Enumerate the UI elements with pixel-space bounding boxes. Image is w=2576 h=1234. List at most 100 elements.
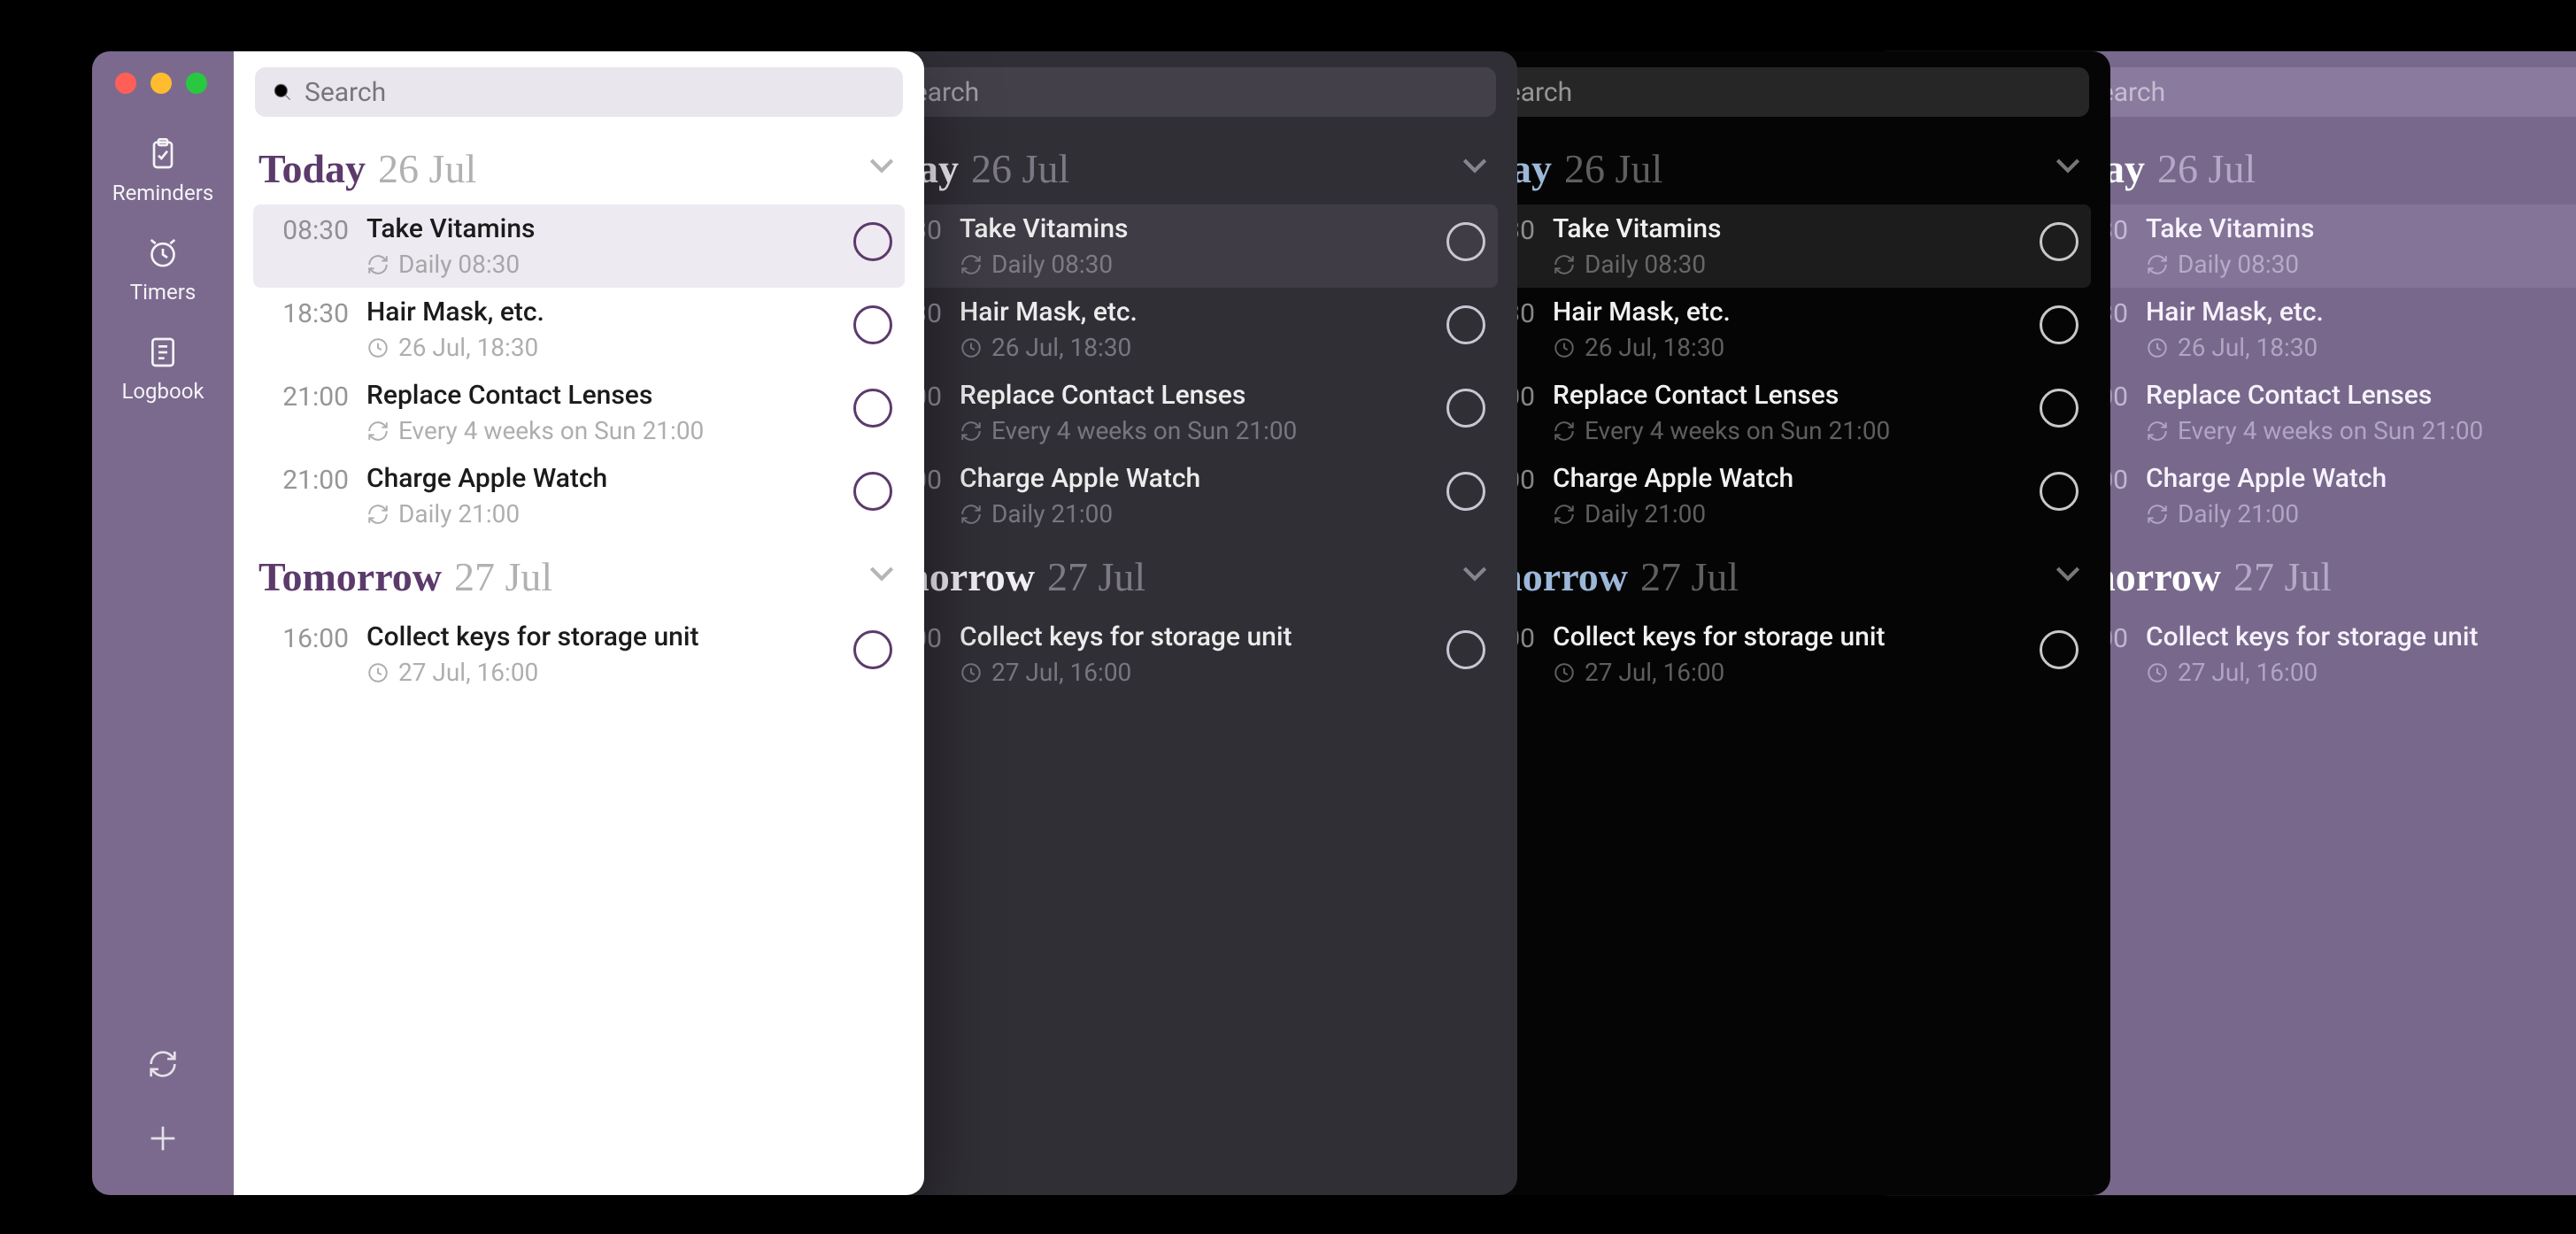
search-input[interactable]: Search [2034,67,2576,117]
repeat-icon [960,253,983,276]
complete-toggle[interactable] [1443,213,1489,261]
reminder-row[interactable]: 08:30 Take Vitamins Daily 08:30 [846,204,1498,288]
reminder-row[interactable]: 08:30 Take Vitamins Daily 08:30 [1439,204,2091,288]
reminder-row[interactable]: 18:30 Hair Mask, etc. 26 Jul, 18:30 [253,288,905,371]
reminder-row[interactable]: 18:30 Hair Mask, etc. 26 Jul, 18:30 [846,288,1498,371]
complete-toggle[interactable] [850,380,896,428]
section-title: Tomorrow [258,553,442,600]
search-placeholder: Search [305,77,386,108]
reminder-row[interactable]: 21:00 Charge Apple Watch Daily 21:00 [846,454,1498,537]
chevron-down-icon[interactable] [2050,555,2086,590]
reminder-time: 21:00 [267,380,349,413]
search-input[interactable]: Search [1441,67,2089,117]
reminder-row[interactable]: 21:00 Charge Apple Watch Daily 21:00 [2032,454,2576,537]
reminder-list: Today 26 Jul 08:30 Take Vitamins Daily 0… [234,129,924,696]
search-input[interactable]: Search [255,67,903,117]
chevron-down-icon[interactable] [2050,147,2086,182]
reminder-meta: Daily 21:00 [960,499,1425,528]
minimize-window-button[interactable] [150,73,172,94]
section-header[interactable]: Tomorrow 27 Jul [846,537,1498,613]
reminder-title: Charge Apple Watch [366,463,832,494]
sidebar-item-timers[interactable]: Timers [130,228,196,328]
section-header[interactable]: Tomorrow 27 Jul [253,537,905,613]
search-input[interactable]: Search [848,67,1496,117]
complete-toggle[interactable] [850,621,896,669]
reminder-title: Replace Contact Lenses [366,380,832,411]
section-header[interactable]: Today 26 Jul [2032,129,2576,204]
section-header[interactable]: Today 26 Jul [253,129,905,204]
chevron-down-icon[interactable] [864,147,899,182]
chevron-down-icon[interactable] [1457,555,1492,590]
reminder-row[interactable]: 16:00 Collect keys for storage unit 27 J… [2032,613,2576,696]
section-date: 27 Jul [1047,553,1145,600]
reminder-row[interactable]: 08:30 Take Vitamins Daily 08:30 [253,204,905,288]
reminder-title: Collect keys for storage unit [1553,621,2018,652]
reminder-meta: Every 4 weeks on Sun 21:00 [366,416,832,445]
reminder-row[interactable]: 18:30 Hair Mask, etc. 26 Jul, 18:30 [1439,288,2091,371]
clock-icon [366,661,389,684]
close-window-button[interactable] [115,73,136,94]
complete-toggle[interactable] [1443,380,1489,428]
chevron-down-icon[interactable] [864,555,899,590]
clock-icon [366,336,389,359]
section-header[interactable]: Today 26 Jul [846,129,1498,204]
reminder-row[interactable]: 18:30 Hair Mask, etc. 26 Jul, 18:30 [2032,288,2576,371]
reminder-title: Replace Contact Lenses [960,380,1425,411]
complete-toggle[interactable] [2036,297,2082,344]
repeat-icon [2146,420,2169,443]
complete-toggle[interactable] [1443,463,1489,511]
reminder-meta: Daily 08:30 [366,250,832,279]
section-date: 26 Jul [971,145,1069,192]
zoom-window-button[interactable] [186,73,207,94]
reminder-list: Today 26 Jul 08:30 Take Vitamins Daily 0… [827,129,1517,696]
reminder-meta: 26 Jul, 18:30 [366,333,832,362]
complete-toggle[interactable] [2036,213,2082,261]
section-header[interactable]: Tomorrow 27 Jul [1439,537,2091,613]
reminder-row[interactable]: 16:00 Collect keys for storage unit 27 J… [253,613,905,696]
reminder-title: Charge Apple Watch [2146,463,2576,494]
section-date: 26 Jul [1564,145,1662,192]
reminder-meta: Daily 21:00 [366,499,832,528]
section-header[interactable]: Tomorrow 27 Jul [2032,537,2576,613]
sidebar-item-reminders[interactable]: Reminders [112,129,213,228]
search-icon [271,81,294,104]
sync-button[interactable] [145,1046,181,1085]
reminder-row[interactable]: 08:30 Take Vitamins Daily 08:30 [2032,204,2576,288]
content: Search Today 26 Jul 08:30 Take Vitamins … [1420,51,2110,1195]
reminder-row[interactable]: 16:00 Collect keys for storage unit 27 J… [846,613,1498,696]
complete-toggle[interactable] [2036,463,2082,511]
reminder-row[interactable]: 21:00 Charge Apple Watch Daily 21:00 [1439,454,2091,537]
section-header[interactable]: Today 26 Jul [1439,129,2091,204]
sidebar-item-logbook[interactable]: Logbook [121,328,204,427]
repeat-icon [366,253,389,276]
reminder-title: Replace Contact Lenses [2146,380,2576,411]
clock-icon [960,661,983,684]
reminder-time: 16:00 [267,621,349,654]
sidebar-label: Logbook [121,379,204,404]
reminder-list: Today 26 Jul 08:30 Take Vitamins Daily 0… [1420,129,2110,696]
reminder-meta: 27 Jul, 16:00 [366,658,832,687]
reminder-row[interactable]: 21:00 Replace Contact Lenses Every 4 wee… [1439,371,2091,454]
repeat-icon [366,420,389,443]
complete-toggle[interactable] [1443,621,1489,669]
reminder-title: Charge Apple Watch [960,463,1425,494]
reminder-row[interactable]: 21:00 Charge Apple Watch Daily 21:00 [253,454,905,537]
reminder-meta: Daily 08:30 [2146,250,2576,279]
complete-toggle[interactable] [850,463,896,511]
complete-toggle[interactable] [2036,621,2082,669]
complete-toggle[interactable] [850,213,896,261]
clock-icon [1553,336,1576,359]
add-button[interactable] [145,1121,181,1160]
reminder-title: Hair Mask, etc. [1553,297,2018,328]
sidebar-label: Reminders [112,181,213,205]
complete-toggle[interactable] [850,297,896,344]
chevron-down-icon[interactable] [1457,147,1492,182]
reminder-row[interactable]: 21:00 Replace Contact Lenses Every 4 wee… [2032,371,2576,454]
reminder-row[interactable]: 16:00 Collect keys for storage unit 27 J… [1439,613,2091,696]
complete-toggle[interactable] [1443,297,1489,344]
clipboard-check-icon [143,135,182,174]
reminder-row[interactable]: 21:00 Replace Contact Lenses Every 4 wee… [846,371,1498,454]
section-date: 26 Jul [2157,145,2256,192]
complete-toggle[interactable] [2036,380,2082,428]
reminder-row[interactable]: 21:00 Replace Contact Lenses Every 4 wee… [253,371,905,454]
